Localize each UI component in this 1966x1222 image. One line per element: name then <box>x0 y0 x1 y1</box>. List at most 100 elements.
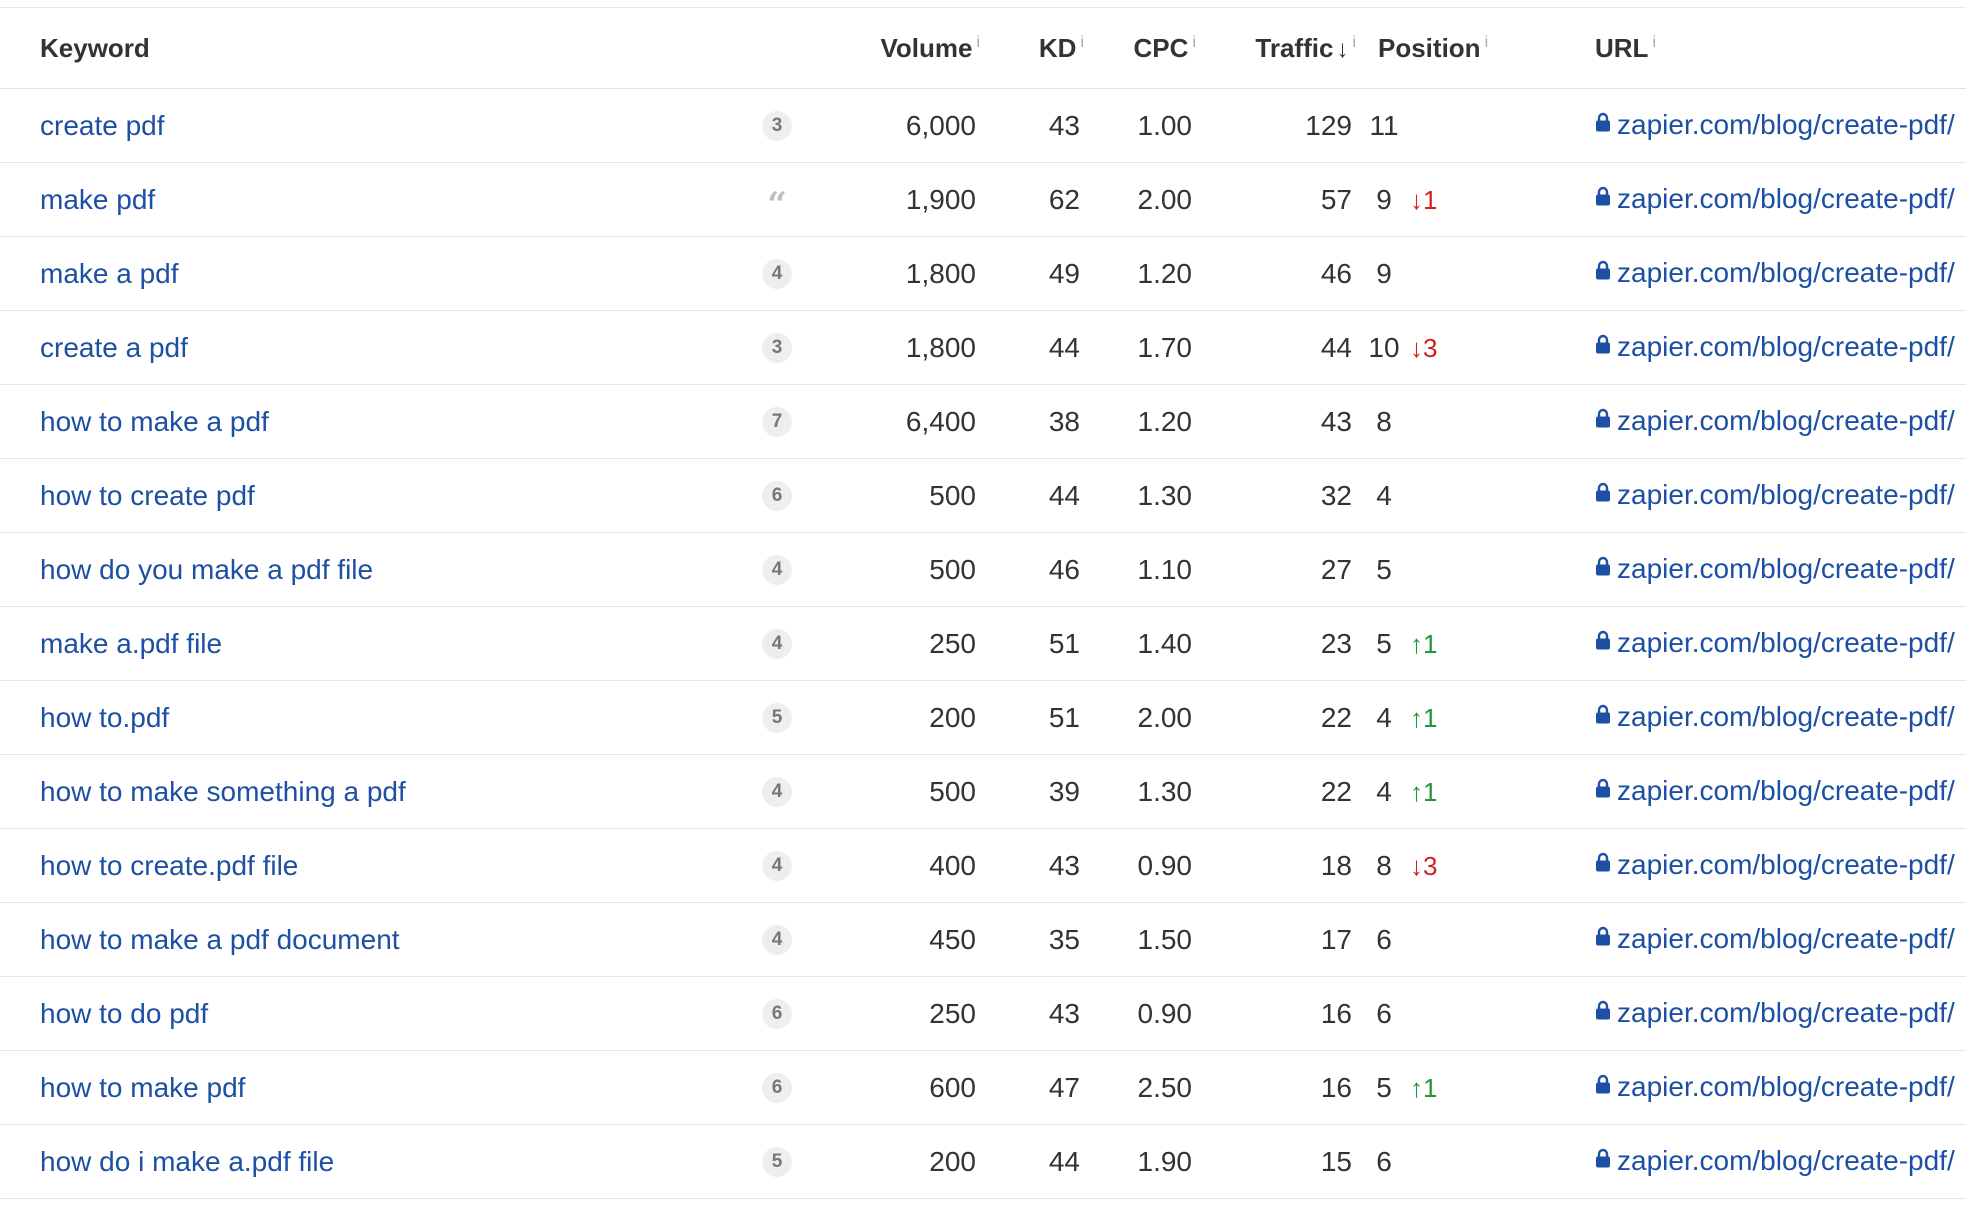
table-row: how to create.pdf file 4 400 43 0.90 18 … <box>0 828 1966 903</box>
keyword-cell: how to do pdf 6 <box>0 976 792 1051</box>
table-row: how to make a pdf document 4 450 35 1.50… <box>0 902 1966 977</box>
position-change: ↑1 <box>1410 629 1437 660</box>
url-link[interactable]: zapier.com/blog/create-pdf/ <box>1617 1145 1955 1176</box>
keyword-link[interactable]: make pdf <box>40 184 155 215</box>
traffic-cell: 129 <box>1202 88 1360 163</box>
cpc-cell: 0.90 <box>1088 976 1202 1051</box>
column-header-kd[interactable]: KD i <box>984 8 1088 89</box>
url-link[interactable]: zapier.com/blog/create-pdf/ <box>1617 1071 1955 1102</box>
url-link[interactable]: zapier.com/blog/create-pdf/ <box>1617 997 1955 1028</box>
table-row: how to make a pdf 7 6,400 38 1.20 43 8 z… <box>0 384 1966 459</box>
lock-icon <box>1595 477 1611 509</box>
lock-icon <box>1595 699 1611 731</box>
keyword-link[interactable]: how to create pdf <box>40 480 255 511</box>
url-cell: zapier.com/blog/create-pdf/▼ <box>1547 828 1966 903</box>
column-header-keyword[interactable]: Keyword <box>0 8 788 89</box>
keyword-cell: how to.pdf 5 <box>0 680 792 755</box>
traffic-cell: 15 <box>1202 1124 1360 1199</box>
serp-features-badge[interactable]: 6 <box>762 480 792 511</box>
info-icon[interactable]: i <box>1352 34 1356 51</box>
info-icon[interactable]: i <box>1080 34 1084 51</box>
change-arrow-icon: ↑ <box>1410 776 1423 807</box>
kd-cell: 38 <box>984 384 1088 459</box>
sort-descending-icon[interactable]: ↓ <box>1336 36 1348 64</box>
serp-features-badge[interactable]: 4 <box>762 554 792 585</box>
change-arrow-icon: ↑ <box>1410 702 1423 733</box>
url-link[interactable]: zapier.com/blog/create-pdf/ <box>1617 257 1955 288</box>
keyword-link[interactable]: how to.pdf <box>40 702 169 733</box>
url-link[interactable]: zapier.com/blog/create-pdf/ <box>1617 331 1955 362</box>
serp-features-badge[interactable]: 3 <box>762 110 792 141</box>
keyword-cell: make pdf “ <box>0 162 788 237</box>
cpc-cell: 1.30 <box>1088 458 1202 533</box>
serp-features-badge[interactable]: 3 <box>762 332 792 363</box>
info-icon[interactable]: i <box>976 34 980 51</box>
keyword-cell: how do i make a.pdf file 5 <box>0 1124 792 1199</box>
keyword-link[interactable]: how to make pdf <box>40 1072 245 1103</box>
keyword-link[interactable]: create pdf <box>40 110 165 141</box>
kd-cell: 51 <box>984 606 1088 681</box>
url-link[interactable]: zapier.com/blog/create-pdf/ <box>1617 923 1955 954</box>
keyword-link[interactable]: how to create.pdf file <box>40 850 298 881</box>
keyword-link[interactable]: how to make something a pdf <box>40 776 406 807</box>
position-cell: 10 ↓3 <box>1360 310 1547 385</box>
info-icon[interactable]: i <box>1652 34 1656 51</box>
url-link[interactable]: zapier.com/blog/create-pdf/ <box>1617 849 1955 880</box>
column-header-traffic[interactable]: Traffic ↓ i <box>1202 8 1360 89</box>
volume-cell: 1,800 <box>788 236 984 311</box>
info-icon[interactable]: i <box>1192 34 1196 51</box>
serp-features-badge[interactable]: 7 <box>762 406 792 437</box>
keyword-link[interactable]: how do i make a.pdf file <box>40 1146 334 1177</box>
traffic-cell: 17 <box>1202 902 1360 977</box>
keyword-link[interactable]: how to do pdf <box>40 998 208 1029</box>
change-value: 3 <box>1423 332 1438 363</box>
url-link[interactable]: zapier.com/blog/create-pdf/ <box>1617 405 1955 436</box>
info-icon[interactable]: i <box>1485 34 1489 51</box>
position-cell: 5 <box>1360 532 1547 607</box>
keyword-link[interactable]: how to make a pdf <box>40 406 269 437</box>
table-row: create a pdf 3 1,800 44 1.70 44 10 ↓3 zap… <box>0 310 1966 385</box>
url-link[interactable]: zapier.com/blog/create-pdf/ <box>1617 775 1955 806</box>
keyword-link[interactable]: how do you make a pdf file <box>40 554 373 585</box>
kd-cell: 62 <box>984 162 1088 237</box>
url-cell: zapier.com/blog/create-pdf/▼ <box>1547 310 1966 385</box>
column-header-label: Position <box>1378 32 1481 63</box>
url-link[interactable]: zapier.com/blog/create-pdf/ <box>1617 109 1955 140</box>
column-header-label: URL <box>1595 32 1649 63</box>
cpc-cell: 1.70 <box>1088 310 1202 385</box>
volume-cell: 500 <box>788 754 984 829</box>
cpc-cell: 2.00 <box>1088 680 1202 755</box>
serp-features-badge[interactable]: 4 <box>762 628 792 659</box>
serp-features-badge[interactable]: 4 <box>762 924 792 955</box>
column-header-position[interactable]: Position i <box>1360 8 1547 89</box>
url-link[interactable]: zapier.com/blog/create-pdf/ <box>1617 627 1955 658</box>
url-link[interactable]: zapier.com/blog/create-pdf/ <box>1617 479 1955 510</box>
serp-features-badge[interactable]: 6 <box>762 1072 792 1103</box>
serp-features-badge[interactable]: 5 <box>762 1146 792 1177</box>
column-header-url[interactable]: URL i <box>1547 8 1966 89</box>
url-cell: zapier.com/blog/create-pdf/▼ <box>1547 976 1966 1051</box>
url-cell: zapier.com/blog/create-pdf/▼ <box>1547 532 1966 607</box>
url-link[interactable]: zapier.com/blog/create-pdf/ <box>1617 183 1955 214</box>
keyword-link[interactable]: make a.pdf file <box>40 628 222 659</box>
keyword-link[interactable]: make a pdf <box>40 258 179 289</box>
keyword-cell: create a pdf 3 <box>0 310 792 385</box>
quote-icon[interactable]: “ <box>762 185 792 225</box>
url-link[interactable]: zapier.com/blog/create-pdf/ <box>1617 553 1955 584</box>
column-header-volume[interactable]: Volume i <box>788 8 984 89</box>
serp-features-badge[interactable]: 6 <box>762 998 792 1029</box>
serp-features-badge[interactable]: 4 <box>762 776 792 807</box>
keyword-link[interactable]: create a pdf <box>40 332 188 363</box>
column-header-cpc[interactable]: CPC i <box>1088 8 1202 89</box>
traffic-cell: 18 <box>1202 828 1360 903</box>
serp-features-badge[interactable]: 5 <box>762 702 792 733</box>
traffic-cell: 22 <box>1202 680 1360 755</box>
position-cell: 4 ↑1 <box>1360 680 1547 755</box>
cpc-cell: 1.00 <box>1088 88 1202 163</box>
url-link[interactable]: zapier.com/blog/create-pdf/ <box>1617 701 1955 732</box>
serp-features-badge[interactable]: 4 <box>762 850 792 881</box>
position-cell: 9 ↓1 <box>1360 162 1547 237</box>
keyword-cell: make a pdf 4 <box>0 236 792 311</box>
serp-features-badge[interactable]: 4 <box>762 258 792 289</box>
keyword-link[interactable]: how to make a pdf document <box>40 924 400 955</box>
